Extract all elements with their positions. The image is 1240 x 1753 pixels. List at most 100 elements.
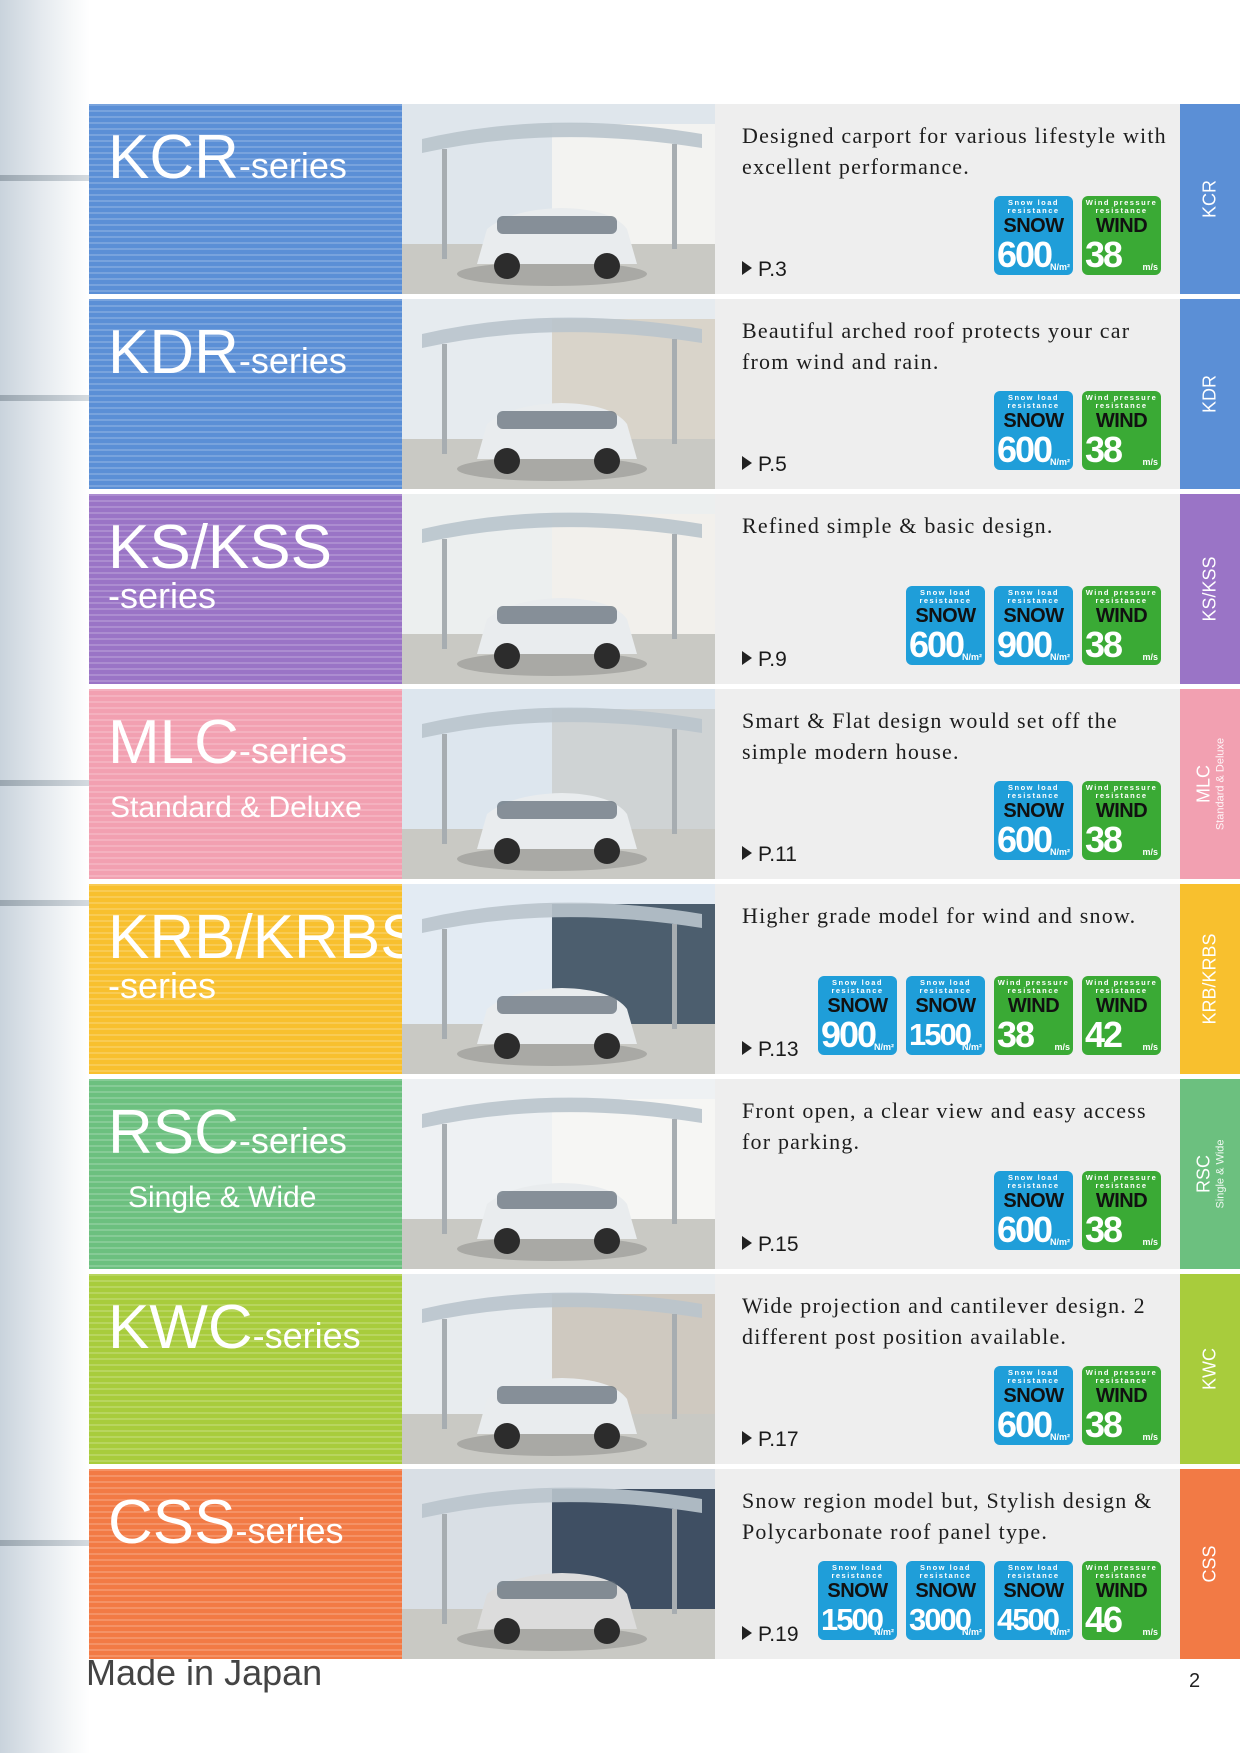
series-side-tab[interactable]: KWC (1180, 1274, 1240, 1464)
badge-value: 600 (997, 819, 1053, 860)
side-tab-title: KS/KSS (1199, 556, 1220, 622)
series-description: Refined simple & basic design. (742, 513, 1054, 538)
series-title: KRB/KRBS -series (108, 903, 402, 1006)
badge-unit: N/m² (874, 1042, 894, 1052)
series-side-tab[interactable]: KS/KSS (1180, 494, 1240, 684)
series-row: KCR-series Designed carport for various l… (89, 104, 1240, 294)
series-title: KCR-series (108, 123, 347, 192)
page-reference-link[interactable]: P.17 (742, 1428, 799, 1452)
series-subtitle: Single & Wide (128, 1181, 317, 1214)
side-tab-label: KCR (1200, 180, 1221, 218)
side-tab-title: KCR (1199, 179, 1220, 219)
series-label-panel: KWC-series (89, 1274, 402, 1464)
series-side-tab[interactable]: KDR (1180, 299, 1240, 489)
badge-unit: N/m² (1050, 1432, 1070, 1442)
badge-unit: m/s (1142, 457, 1158, 467)
badge-caption: Snow load resistance (1007, 393, 1060, 410)
series-label-panel: KRB/KRBS -series (89, 884, 402, 1074)
snow-load-badge: Snow load resistance SNOW 1500 N/m² (906, 976, 985, 1055)
badge-unit: N/m² (1050, 1627, 1070, 1637)
wind-pressure-badge: Wind pressure resistance WIND 38 m/s (1082, 781, 1161, 860)
snow-load-badge: Snow load resistance SNOW 900 N/m² (994, 586, 1073, 665)
series-description: Higher grade model for wind and snow. (742, 903, 1137, 928)
series-side-tab[interactable]: KRB/KRBS (1180, 884, 1240, 1074)
series-info-panel: Refined simple & basic design. P.9 Snow lo… (715, 494, 1180, 684)
snow-load-badge: Snow load resistance SNOW 600 N/m² (994, 391, 1073, 470)
wind-pressure-badge: Wind pressure resistance WIND 38 m/s (994, 976, 1073, 1055)
series-row: CSS-series Snow region model but, Stylish… (89, 1469, 1240, 1659)
page-reference-text: P.15 (758, 1233, 799, 1256)
badge-caption: Snow load resistance (1007, 1173, 1060, 1190)
wind-pressure-badge: Wind pressure resistance WIND 38 m/s (1082, 391, 1161, 470)
page-reference-text: P.13 (758, 1038, 799, 1061)
snow-load-badge: Snow load resistance SNOW 600 N/m² (994, 781, 1073, 860)
side-tab-title: MLC (1193, 765, 1214, 804)
series-label-panel: KS/KSS -series (89, 494, 402, 684)
series-title: KWC-series (108, 1293, 361, 1362)
play-triangle-icon (742, 651, 752, 665)
series-title: RSC-series (108, 1098, 347, 1167)
badge-caption: Snow load resistance (1007, 198, 1060, 215)
series-side-tab[interactable]: MLC Standard & Deluxe (1180, 689, 1240, 879)
page-reference-link[interactable]: P.13 (742, 1038, 799, 1062)
series-side-tab[interactable]: CSS (1180, 1469, 1240, 1659)
series-info-panel: Snow region model but, Stylish design & … (715, 1469, 1180, 1659)
badge-value: 46 (1085, 1599, 1123, 1640)
badge-kind: SNOW (1003, 1580, 1064, 1602)
wind-pressure-badge: Wind pressure resistance WIND 38 m/s (1082, 196, 1161, 275)
series-title: KDR-series (108, 318, 347, 387)
page-number: 2 (1189, 1670, 1201, 1692)
badge-caption: Wind pressure resistance (1085, 1368, 1158, 1385)
badge-unit: m/s (1142, 262, 1158, 272)
wind-pressure-badge: Wind pressure resistance WIND 38 m/s (1082, 1171, 1161, 1250)
series-title: CSS-series (108, 1488, 344, 1557)
page-reference-link[interactable]: P.19 (742, 1623, 799, 1647)
page-reference-text: P.5 (758, 453, 787, 476)
page-reference-text: P.17 (758, 1428, 799, 1451)
side-tab-title: CSS (1199, 1545, 1220, 1583)
carport-photo (402, 1469, 715, 1659)
page-reference-link[interactable]: P.11 (742, 843, 797, 867)
page-reference-text: P.3 (758, 258, 787, 281)
badge-unit: N/m² (1050, 1237, 1070, 1247)
decorative-photo-strip (0, 0, 90, 1753)
page-reference-link[interactable]: P.5 (742, 453, 787, 477)
series-side-tab[interactable]: RSC Single & Wide (1180, 1079, 1240, 1269)
badge-unit: N/m² (962, 1627, 982, 1637)
series-side-tab[interactable]: KCR (1180, 104, 1240, 294)
badge-caption: Snow load resistance (1007, 1563, 1060, 1580)
page-reference-link[interactable]: P.9 (742, 648, 787, 672)
resistance-badges: Snow load resistance SNOW 900 N/m² Snow load… (818, 976, 1161, 1055)
series-title: MLC-series (108, 708, 347, 777)
badge-kind: SNOW (915, 995, 976, 1017)
badge-unit: N/m² (1050, 652, 1070, 662)
series-description: Beautiful arched roof protects your car … (742, 318, 1131, 374)
resistance-badges: Snow load resistance SNOW 600 N/m² Wind pres… (994, 1366, 1161, 1445)
side-tab-title: KRB/KRBS (1199, 933, 1220, 1025)
resistance-badges: Snow load resistance SNOW 600 N/m² Wind pres… (994, 1171, 1161, 1250)
series-row: KDR-series Beautiful arched roof protects… (89, 299, 1240, 489)
badge-unit: m/s (1142, 1237, 1158, 1247)
series-label-panel: RSC-series Single & Wide (89, 1079, 402, 1269)
badge-kind: SNOW (915, 1580, 976, 1602)
play-triangle-icon (742, 456, 752, 470)
badge-value: 900 (997, 624, 1053, 665)
carport-photo (402, 689, 715, 879)
carport-photo (402, 1274, 715, 1464)
badge-caption: Snow load resistance (1007, 588, 1060, 605)
badge-unit: N/m² (874, 1627, 894, 1637)
side-tab-label: CSS (1200, 1545, 1221, 1582)
badge-caption: Wind pressure resistance (1085, 393, 1158, 410)
page-reference-text: P.11 (758, 843, 797, 866)
badge-value: 38 (1085, 1404, 1123, 1445)
badge-unit: N/m² (962, 1042, 982, 1052)
badge-unit: N/m² (1050, 847, 1070, 857)
series-label-panel: CSS-series (89, 1469, 402, 1659)
made-in-japan-label: Made in Japan (86, 1652, 323, 1693)
page-reference-link[interactable]: P.15 (742, 1233, 799, 1257)
badge-caption: Wind pressure resistance (997, 978, 1070, 995)
side-tab-label: KDR (1200, 375, 1221, 413)
badge-unit: m/s (1142, 1042, 1158, 1052)
page-reference-link[interactable]: P.3 (742, 258, 787, 282)
badge-value: 42 (1085, 1014, 1123, 1055)
